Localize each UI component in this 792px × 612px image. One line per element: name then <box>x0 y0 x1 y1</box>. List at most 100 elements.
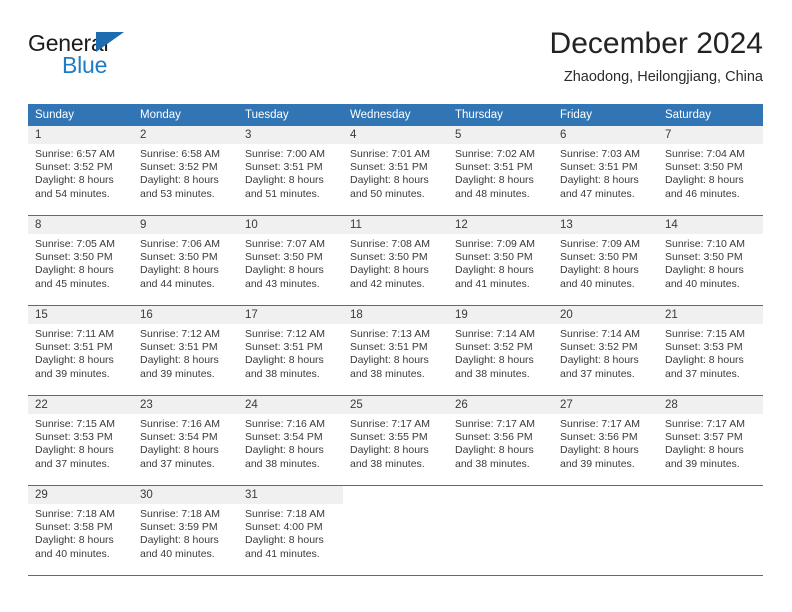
daylight-duration-line1: Daylight: 8 hours <box>350 354 429 367</box>
brand-logo[interactable]: General Blue <box>28 28 268 88</box>
daylight-duration-line1: Daylight: 8 hours <box>560 444 639 457</box>
daylight-duration-line2: and 42 minutes. <box>350 277 425 290</box>
daylight-duration-line1: Daylight: 8 hours <box>665 354 744 367</box>
sunset-time: Sunset: 3:51 PM <box>350 161 428 174</box>
daylight-duration-line2: and 38 minutes. <box>245 457 320 470</box>
day-cell[interactable]: 2 Sunrise: 6:58 AM Sunset: 3:52 PM Daylight… <box>133 126 238 215</box>
weekday-header-saturday: Saturday <box>665 109 712 121</box>
daylight-duration-line1: Daylight: 8 hours <box>665 174 744 187</box>
sunset-time: Sunset: 3:52 PM <box>560 341 638 354</box>
day-cell[interactable]: 9 Sunrise: 7:06 AM Sunset: 3:50 PM Daylight… <box>133 216 238 305</box>
day-cell[interactable]: 21 Sunrise: 7:15 AM Sunset: 3:53 PM Dayligh… <box>658 306 763 395</box>
daylight-duration-line1: Daylight: 8 hours <box>665 264 744 277</box>
day-cell[interactable]: 30 Sunrise: 7:18 AM Sunset: 3:59 PM Dayligh… <box>133 486 238 575</box>
weekday-header-row: Sunday Monday Tuesday Wednesday Thursday Frid… <box>28 104 763 126</box>
day-cell[interactable]: 31 Sunrise: 7:18 AM Sunset: 4:00 PM Dayligh… <box>238 486 343 575</box>
day-cell[interactable]: 7 Sunrise: 7:04 AM Sunset: 3:50 PM Daylight… <box>658 126 763 215</box>
weekday-header-thursday: Thursday <box>455 109 503 121</box>
day-details: Sunrise: 7:17 AM Sunset: 3:56 PM Daylight:… <box>553 414 658 471</box>
day-number: 9 <box>133 216 238 234</box>
day-cell[interactable]: 20 Sunrise: 7:14 AM Sunset: 3:52 PM Dayligh… <box>553 306 658 395</box>
day-cell[interactable]: 12 Sunrise: 7:09 AM Sunset: 3:50 PM Dayligh… <box>448 216 553 305</box>
day-number: 11 <box>343 216 448 234</box>
daylight-duration-line1: Daylight: 8 hours <box>455 444 534 457</box>
daylight-duration-line1: Daylight: 8 hours <box>35 444 114 457</box>
day-number: 8 <box>28 216 133 234</box>
daylight-duration-line1: Daylight: 8 hours <box>140 174 219 187</box>
day-details: Sunrise: 7:16 AM Sunset: 3:54 PM Daylight:… <box>133 414 238 471</box>
calendar-week-row: 1 Sunrise: 6:57 AM Sunset: 3:52 PM Daylight… <box>28 126 763 215</box>
daylight-duration-line2: and 38 minutes. <box>455 457 530 470</box>
weekday-header-tuesday: Tuesday <box>245 109 289 121</box>
sunset-time: Sunset: 3:50 PM <box>455 251 533 264</box>
day-details: Sunrise: 7:11 AM Sunset: 3:51 PM Daylight:… <box>28 324 133 381</box>
daylight-duration-line1: Daylight: 8 hours <box>245 174 324 187</box>
week-cells: 29 Sunrise: 7:18 AM Sunset: 3:58 PM Dayligh… <box>28 486 763 575</box>
sunset-time: Sunset: 3:57 PM <box>665 431 743 444</box>
sunrise-time: Sunrise: 7:13 AM <box>350 328 430 340</box>
day-cell[interactable]: 15 Sunrise: 7:11 AM Sunset: 3:51 PM Dayligh… <box>28 306 133 395</box>
daylight-duration-line2: and 41 minutes. <box>245 547 320 560</box>
daylight-duration-line2: and 37 minutes. <box>560 367 635 380</box>
sunset-time: Sunset: 3:51 PM <box>245 161 323 174</box>
day-details: Sunrise: 7:13 AM Sunset: 3:51 PM Daylight:… <box>343 324 448 381</box>
sunrise-time: Sunrise: 7:17 AM <box>455 418 535 430</box>
day-details: Sunrise: 7:06 AM Sunset: 3:50 PM Daylight:… <box>133 234 238 291</box>
day-number: 28 <box>658 396 763 414</box>
day-cell[interactable]: 1 Sunrise: 6:57 AM Sunset: 3:52 PM Daylight… <box>28 126 133 215</box>
sunset-time: Sunset: 3:59 PM <box>140 521 218 534</box>
daylight-duration-line1: Daylight: 8 hours <box>350 264 429 277</box>
day-cell[interactable]: 4 Sunrise: 7:01 AM Sunset: 3:51 PM Daylight… <box>343 126 448 215</box>
sunset-time: Sunset: 3:51 PM <box>350 341 428 354</box>
sunrise-time: Sunrise: 6:57 AM <box>35 148 115 160</box>
day-number: 1 <box>28 126 133 144</box>
day-cell[interactable]: 5 Sunrise: 7:02 AM Sunset: 3:51 PM Daylight… <box>448 126 553 215</box>
weekday-header-monday: Monday <box>140 109 181 121</box>
day-details: Sunrise: 7:18 AM Sunset: 3:58 PM Daylight:… <box>28 504 133 561</box>
day-cell[interactable]: 3 Sunrise: 7:00 AM Sunset: 3:51 PM Daylight… <box>238 126 343 215</box>
day-number <box>448 486 553 504</box>
day-cell[interactable]: 16 Sunrise: 7:12 AM Sunset: 3:51 PM Dayligh… <box>133 306 238 395</box>
day-number: 13 <box>553 216 658 234</box>
sunrise-time: Sunrise: 7:12 AM <box>245 328 325 340</box>
day-cell[interactable]: 29 Sunrise: 7:18 AM Sunset: 3:58 PM Dayligh… <box>28 486 133 575</box>
weekday-header-wednesday: Wednesday <box>350 109 411 121</box>
weekday-header-sunday: Sunday <box>35 109 75 121</box>
daylight-duration-line2: and 43 minutes. <box>245 277 320 290</box>
day-cell[interactable]: 24 Sunrise: 7:16 AM Sunset: 3:54 PM Dayligh… <box>238 396 343 485</box>
day-cell[interactable]: 14 Sunrise: 7:10 AM Sunset: 3:50 PM Dayligh… <box>658 216 763 305</box>
day-number: 22 <box>28 396 133 414</box>
day-number: 18 <box>343 306 448 324</box>
day-cell[interactable]: 28 Sunrise: 7:17 AM Sunset: 3:57 PM Dayligh… <box>658 396 763 485</box>
day-cell[interactable]: 18 Sunrise: 7:13 AM Sunset: 3:51 PM Dayligh… <box>343 306 448 395</box>
day-details: Sunrise: 7:17 AM Sunset: 3:55 PM Daylight:… <box>343 414 448 471</box>
day-cell[interactable]: 27 Sunrise: 7:17 AM Sunset: 3:56 PM Dayligh… <box>553 396 658 485</box>
sunset-time: Sunset: 3:50 PM <box>35 251 113 264</box>
day-cell[interactable]: 8 Sunrise: 7:05 AM Sunset: 3:50 PM Daylight… <box>28 216 133 305</box>
sunrise-time: Sunrise: 7:09 AM <box>560 238 640 250</box>
daylight-duration-line1: Daylight: 8 hours <box>35 264 114 277</box>
sunrise-time: Sunrise: 7:06 AM <box>140 238 220 250</box>
sunset-time: Sunset: 3:50 PM <box>560 251 638 264</box>
daylight-duration-line2: and 40 minutes. <box>140 547 215 560</box>
day-cell[interactable]: 19 Sunrise: 7:14 AM Sunset: 3:52 PM Dayligh… <box>448 306 553 395</box>
sunrise-time: Sunrise: 7:15 AM <box>35 418 115 430</box>
daylight-duration-line1: Daylight: 8 hours <box>245 534 324 547</box>
day-cell[interactable]: 23 Sunrise: 7:16 AM Sunset: 3:54 PM Dayligh… <box>133 396 238 485</box>
day-number: 6 <box>553 126 658 144</box>
daylight-duration-line2: and 39 minutes. <box>560 457 635 470</box>
sunrise-time: Sunrise: 7:16 AM <box>245 418 325 430</box>
day-cell[interactable]: 11 Sunrise: 7:08 AM Sunset: 3:50 PM Dayligh… <box>343 216 448 305</box>
day-cell[interactable]: 10 Sunrise: 7:07 AM Sunset: 3:50 PM Dayligh… <box>238 216 343 305</box>
day-cell[interactable]: 17 Sunrise: 7:12 AM Sunset: 3:51 PM Dayligh… <box>238 306 343 395</box>
day-details: Sunrise: 7:17 AM Sunset: 3:56 PM Daylight:… <box>448 414 553 471</box>
day-cell[interactable]: 26 Sunrise: 7:17 AM Sunset: 3:56 PM Dayligh… <box>448 396 553 485</box>
day-cell[interactable]: 25 Sunrise: 7:17 AM Sunset: 3:55 PM Dayligh… <box>343 396 448 485</box>
day-cell[interactable]: 22 Sunrise: 7:15 AM Sunset: 3:53 PM Dayligh… <box>28 396 133 485</box>
week-cells: 22 Sunrise: 7:15 AM Sunset: 3:53 PM Dayligh… <box>28 396 763 485</box>
day-details: Sunrise: 7:12 AM Sunset: 3:51 PM Daylight:… <box>133 324 238 381</box>
day-cell[interactable]: 13 Sunrise: 7:09 AM Sunset: 3:50 PM Dayligh… <box>553 216 658 305</box>
day-cell[interactable]: 6 Sunrise: 7:03 AM Sunset: 3:51 PM Daylight… <box>553 126 658 215</box>
daylight-duration-line1: Daylight: 8 hours <box>140 264 219 277</box>
day-number: 24 <box>238 396 343 414</box>
